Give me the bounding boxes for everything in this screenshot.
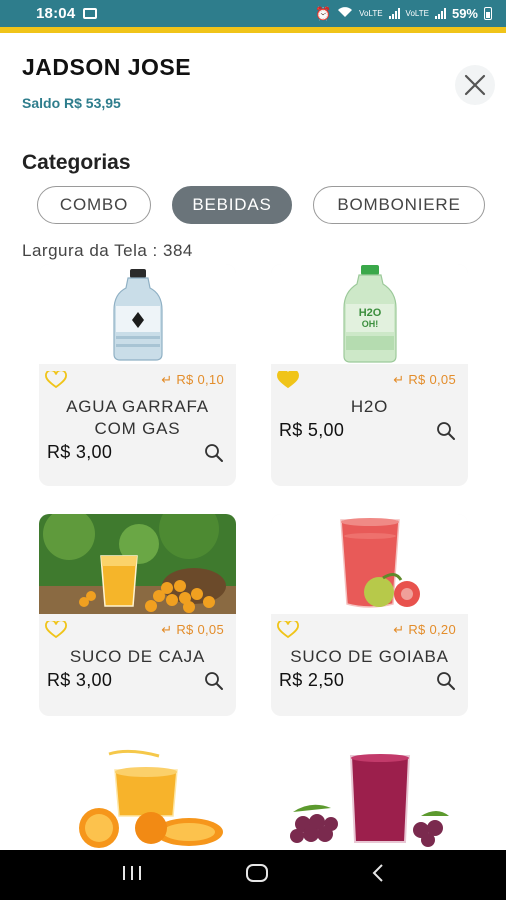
product-name: AGUA GARRAFA COM GAS: [66, 397, 209, 438]
product-price: R$ 3,00: [47, 442, 113, 462]
heart-icon[interactable]: [277, 371, 299, 389]
status-indicators: ⏰ VoLTE VoLTE 59%: [315, 6, 492, 22]
product-meta: ↵ R$ 0,20: [271, 618, 468, 642]
product-price: R$ 3,00: [47, 670, 113, 690]
product-name: SUCO DE CAJA: [69, 647, 206, 666]
heart-icon[interactable]: [45, 371, 67, 389]
search-icon[interactable]: [204, 443, 224, 463]
product-bottom: R$ 5,00: [271, 418, 468, 441]
product-name: SUCO DE GOIABA: [290, 647, 449, 666]
search-icon[interactable]: [204, 671, 224, 691]
network-label-2: VoLTE: [405, 8, 429, 18]
home-button[interactable]: [245, 863, 269, 888]
close-icon: [464, 74, 486, 96]
product-bottom: R$ 3,00: [39, 440, 236, 463]
product-image-grape-juice: [271, 746, 468, 850]
category-chip-bomboniere[interactable]: BOMBONIERE: [313, 186, 485, 224]
product-meta: ↵ R$ 0,05: [271, 368, 468, 392]
product-card[interactable]: [271, 746, 468, 850]
alarm-icon: ⏰: [314, 5, 332, 21]
product-meta: ↵ R$ 0,05: [39, 618, 236, 642]
status-bar: 18:04 ⏰ VoLTE VoLTE 59%: [0, 0, 506, 27]
search-icon[interactable]: [436, 671, 456, 691]
signal-icon-1: [388, 8, 400, 19]
product-image-water-bottle: [39, 264, 236, 364]
svg-text:OH!: OH!: [361, 319, 378, 329]
product-image-orange-juice: [39, 746, 236, 850]
screen-width-label: Largura da Tela : 384: [22, 241, 193, 260]
categories-title: Categorias: [22, 151, 131, 174]
battery-icon: [484, 7, 492, 20]
recent-apps-button[interactable]: [121, 865, 143, 886]
navigation-bar: [0, 850, 506, 900]
status-time: 18:04: [36, 5, 76, 22]
recent-apps-icon: [123, 865, 141, 880]
category-chip-combo[interactable]: COMBO: [37, 186, 151, 224]
product-card[interactable]: ↵ R$ 0,05 SUCO DE CAJA R$ 3,00: [39, 514, 236, 716]
gallery-notification-icon: [83, 8, 98, 19]
product-price: R$ 5,00: [279, 420, 345, 440]
network-label-1: VoLTE: [359, 8, 383, 18]
accent-line: [0, 27, 506, 33]
home-icon: [246, 863, 268, 882]
product-card[interactable]: H2O OH! ↵ R$ 0,05 H2O R$ 5,00: [271, 264, 468, 486]
product-name: H2O: [350, 397, 389, 416]
heart-icon[interactable]: [277, 621, 299, 639]
cashback-label: ↵ R$ 0,10: [161, 372, 224, 387]
svg-text:H2O: H2O: [358, 307, 381, 319]
product-card[interactable]: ↵ R$ 0,10 AGUA GARRAFA COM GAS R$ 3,00: [39, 264, 236, 486]
wifi-icon: [337, 6, 353, 21]
cashback-label: ↵ R$ 0,05: [393, 372, 456, 387]
battery-percent: 59%: [451, 6, 478, 21]
back-icon: [372, 863, 383, 882]
balance-label: Saldo R$ 53,95: [22, 95, 121, 111]
cashback-label: ↵ R$ 0,05: [161, 622, 224, 637]
category-chip-bebidas[interactable]: BEBIDAS: [172, 186, 292, 224]
back-button[interactable]: [371, 863, 385, 888]
product-bottom: R$ 3,00: [39, 668, 236, 691]
search-icon[interactable]: [436, 421, 456, 441]
user-name: JADSON JOSE: [22, 54, 192, 80]
cashback-label: ↵ R$ 0,20: [393, 622, 456, 637]
signal-icon-2: [434, 8, 446, 19]
category-chips: COMBO BEBIDAS BOMBONIERE: [37, 186, 485, 224]
product-meta: ↵ R$ 0,10: [39, 368, 236, 392]
product-price: R$ 2,50: [279, 670, 345, 690]
heart-icon[interactable]: [45, 621, 67, 639]
close-button[interactable]: [455, 65, 495, 105]
product-image-h2o-bottle: H2O OH!: [271, 264, 468, 364]
product-image-guava-juice: [271, 514, 468, 614]
product-bottom: R$ 2,50: [271, 668, 468, 691]
product-image-caja-juice: [39, 514, 236, 614]
product-card[interactable]: [39, 746, 236, 850]
product-card[interactable]: ↵ R$ 0,20 SUCO DE GOIABA R$ 2,50: [271, 514, 468, 716]
